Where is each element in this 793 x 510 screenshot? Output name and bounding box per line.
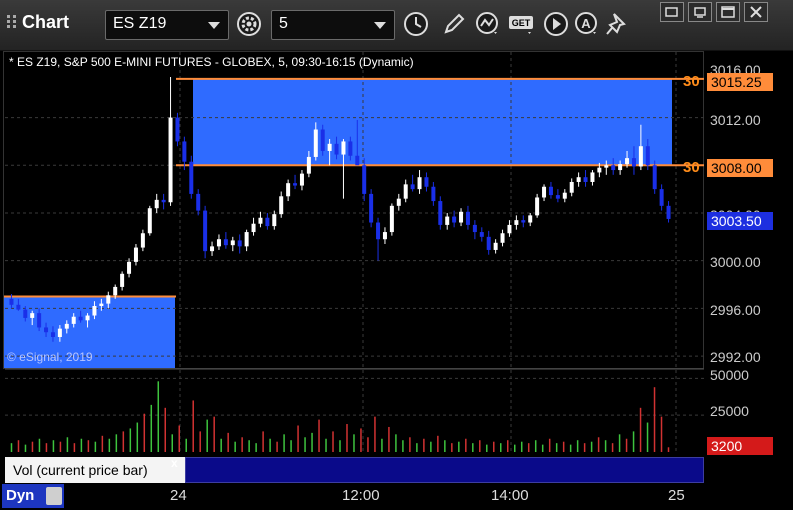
title-bar: Chart ES Z19 5 GET A [0,0,793,51]
clock-icon [404,12,428,36]
chevron-down-icon [374,22,386,29]
get-button[interactable]: GET [508,10,536,38]
y-tick-label: 3000.00 [710,254,761,270]
last-volume-tag: 3200 [707,437,773,455]
symbol-dropdown[interactable]: ES Z19 [105,10,229,40]
play-icon [544,12,568,36]
vol-tick-label: 50000 [710,367,749,383]
maximize-button[interactable] [716,2,740,22]
study-button[interactable] [474,10,502,38]
x-tick-label: 12:00 [342,487,380,504]
close-icon [750,6,762,18]
y-tick-label: 3012.00 [710,112,761,128]
chevron-down-icon [208,22,220,29]
copyright: © eSignal, 2019 [7,350,93,364]
settings-button[interactable] [235,10,263,38]
a-icon: A [575,12,597,34]
svg-text:GET: GET [512,18,531,28]
study-icon [476,12,498,34]
lock-icon[interactable] [46,487,62,505]
chart-info: * ES Z19, S&P 500 E-MINI FUTURES - GLOBE… [9,55,414,69]
restore-button[interactable] [660,2,684,22]
maximize-icon [721,6,735,18]
alert-button[interactable]: A [573,10,601,38]
restore-icon [665,7,678,17]
grip-icon [6,14,18,30]
dynamic-button[interactable]: Dyn [2,484,64,508]
app-title-text: Chart [22,12,70,32]
draw-button[interactable] [440,10,468,38]
symbol-value: ES Z19 [113,15,167,32]
level-tag-label: 30 [683,159,700,176]
svg-text:A: A [581,16,591,31]
volume-study-label[interactable]: Vol (current price bar) [5,457,185,483]
x-tick-label: 14:00 [491,487,529,504]
gear-icon [237,12,261,36]
close-button[interactable] [744,2,768,22]
pencil-icon [444,13,465,34]
vol-tick-label: 25000 [710,403,749,419]
get-icon: GET [509,16,533,34]
close-icon[interactable]: x [171,456,178,470]
time-button[interactable] [402,10,430,38]
replay-button[interactable] [542,10,570,38]
level-tag-label: 30 [683,73,700,90]
x-tick-label: 25 [668,487,685,504]
link-icon [694,7,706,18]
dynamic-label: Dyn [6,487,35,504]
last-price-tag: 3003.50 [707,212,773,230]
pin-icon [606,13,626,35]
interval-dropdown[interactable]: 5 [271,10,395,40]
link-button[interactable] [688,2,712,22]
interval-value: 5 [279,15,288,32]
level-tag-value: 3015.25 [707,73,773,91]
app-title: Chart [6,12,69,33]
y-tick-label: 2992.00 [710,349,761,365]
volume-plot[interactable] [3,370,704,454]
y-tick-label: 2996.00 [710,302,761,318]
volume-study-bar [185,457,704,483]
level-tag-value: 3008.00 [707,159,773,177]
x-tick-label: 24 [170,487,187,504]
pin-button[interactable] [604,10,632,38]
price-plot[interactable] [3,51,704,369]
